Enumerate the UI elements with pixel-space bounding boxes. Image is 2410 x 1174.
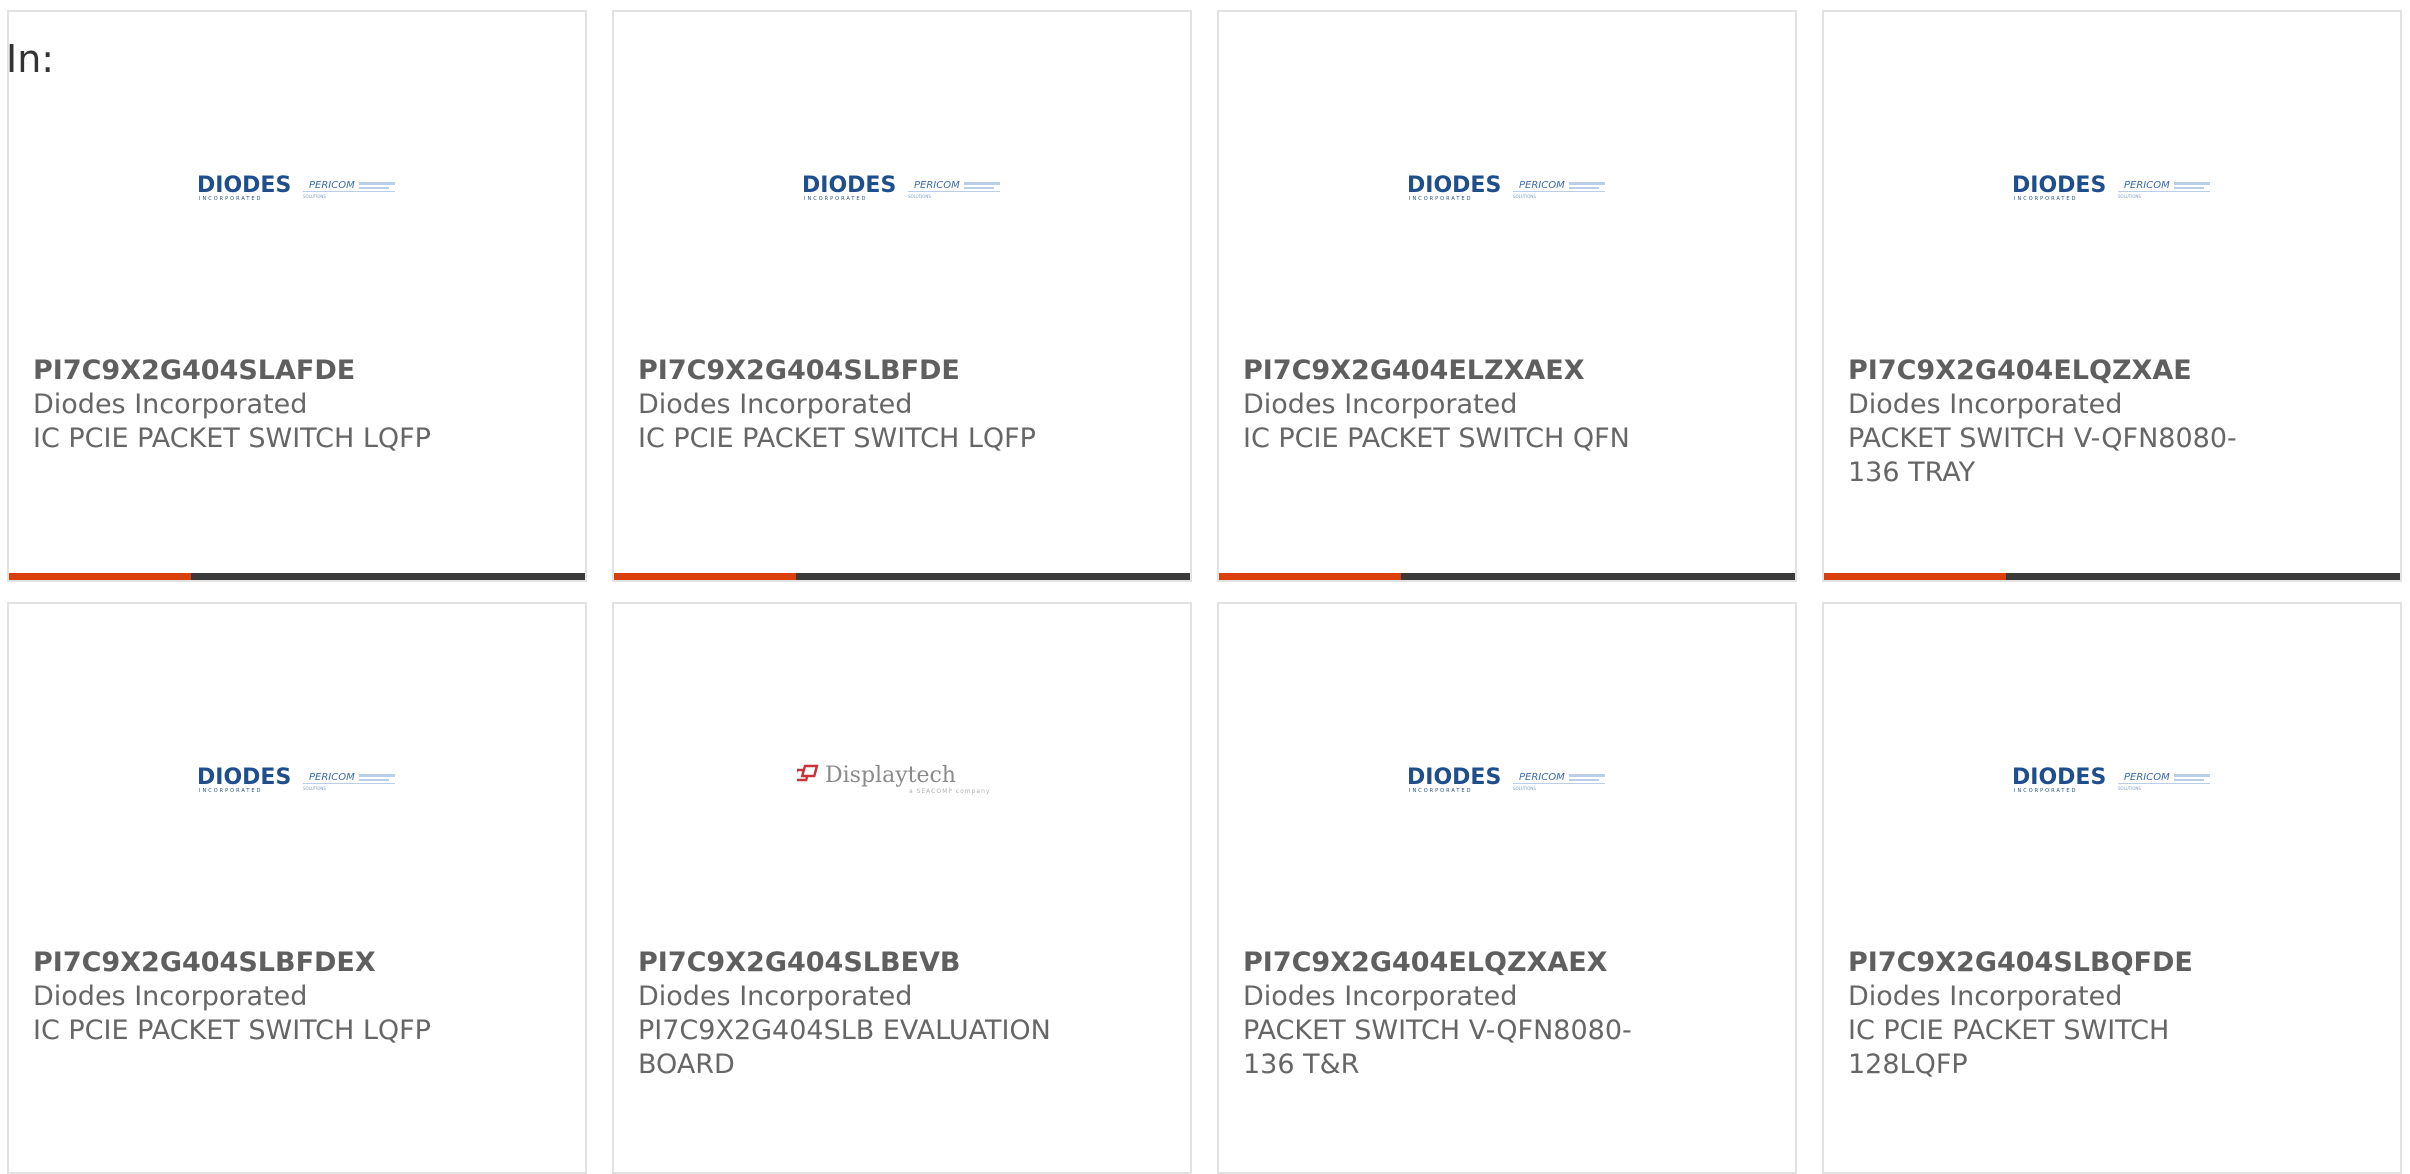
logo-main-text: Displaytech [825,763,956,788]
logo-partner-text: PERICOM [1519,772,1565,783]
logo-partner-sub-text: SOLUTIONS [1513,194,1536,199]
product-card[interactable]: DIODES INCORPORATED PERICOM SOLUTIONS PI… [7,602,587,1174]
product-card[interactable]: DIODES INCORPORATED PERICOM SOLUTIONS PI… [1822,602,2402,1174]
manufacturer: Diodes Incorporated [1243,389,1518,420]
logo-partner-sub-text: SOLUTIONS [908,194,931,199]
part-number[interactable]: PI7C9X2G404ELQZXAEX [1243,946,1771,980]
manufacturer: Diodes Incorporated [33,981,308,1012]
part-number[interactable]: PI7C9X2G404ELQZXAE [1848,354,2376,388]
part-number[interactable]: PI7C9X2G404SLBFDEX [33,946,561,980]
logo-partner-text: PERICOM [1519,180,1565,191]
accent-bar [9,573,191,580]
logo-partner-text: PERICOM [914,180,960,191]
logo-sub-text: INCORPORATED [804,196,867,202]
logo-main-text: DIODES [197,765,291,790]
logo-main-text: DIODES [1407,173,1501,198]
card-bottom-bar [9,573,585,580]
description: IC PCIE PACKET SWITCH QFN [1243,423,1630,454]
logo-sub-text: INCORPORATED [2014,196,2077,202]
description: IC PCIE PACKET SWITCH 128LQFP [1848,1015,2170,1080]
diodes-pericom-logo: DIODES INCORPORATED PERICOM SOLUTIONS [1824,754,2400,804]
product-info: PI7C9X2G404ELZXAEX Diodes Incorporated I… [1243,354,1771,456]
logo-main-text: DIODES [2012,765,2106,790]
manufacturer: Diodes Incorporated [33,389,308,420]
product-card[interactable]: Displaytech a SEACOMP company PI7C9X2G40… [612,602,1192,1174]
description: IC PCIE PACKET SWITCH LQFP [33,423,431,454]
logo-partner-text: PERICOM [2124,772,2170,783]
diodes-pericom-logo: DIODES INCORPORATED PERICOM SOLUTIONS [9,162,585,212]
logo-main-text: DIODES [1407,765,1501,790]
diodes-pericom-logo: DIODES INCORPORATED PERICOM SOLUTIONS [614,162,1190,212]
card-bottom-bar [1219,573,1795,580]
logo-main-text: DIODES [802,173,896,198]
product-card[interactable]: DIODES INCORPORATED PERICOM SOLUTIONS PI… [1217,602,1797,1174]
accent-bar [1219,573,1401,580]
part-number[interactable]: PI7C9X2G404SLBEVB [638,946,1166,980]
product-info: PI7C9X2G404ELQZXAE Diodes Incorporated P… [1848,354,2376,490]
description: PACKET SWITCH V-QFN8080-136 T&R [1243,1015,1632,1080]
logo-main-text: DIODES [2012,173,2106,198]
description: PACKET SWITCH V-QFN8080-136 TRAY [1848,423,2237,488]
diodes-pericom-logo: DIODES INCORPORATED PERICOM SOLUTIONS [1219,754,1795,804]
logo-partner-text: PERICOM [309,180,355,191]
description: PI7C9X2G404SLB EVALUATION BOARD [638,1015,1051,1080]
manufacturer: Diodes Incorporated [638,981,913,1012]
displaytech-logo: Displaytech a SEACOMP company [614,754,1190,804]
part-number[interactable]: PI7C9X2G404ELZXAEX [1243,354,1771,388]
product-info: PI7C9X2G404SLAFDE Diodes Incorporated IC… [33,354,561,456]
logo-sub-text: INCORPORATED [199,788,262,794]
logo-partner-sub-text: SOLUTIONS [1513,786,1536,791]
manufacturer: Diodes Incorporated [638,389,913,420]
product-card[interactable]: DIODES INCORPORATED PERICOM SOLUTIONS PI… [612,10,1192,582]
logo-sub-text: INCORPORATED [1409,196,1472,202]
card-bottom-bar [1824,573,2400,580]
product-info: PI7C9X2G404SLBEVB Diodes Incorporated PI… [638,946,1166,1082]
diodes-pericom-logo: DIODES INCORPORATED PERICOM SOLUTIONS [1824,162,2400,212]
product-info: PI7C9X2G404SLBFDE Diodes Incorporated IC… [638,354,1166,456]
card-bottom-bar [614,573,1190,580]
logo-partner-sub-text: SOLUTIONS [2118,786,2141,791]
diodes-pericom-logo: DIODES INCORPORATED PERICOM SOLUTIONS [1219,162,1795,212]
logo-sub-text: INCORPORATED [1409,788,1472,794]
logo-sub-text: INCORPORATED [2014,788,2077,794]
product-info: PI7C9X2G404ELQZXAEX Diodes Incorporated … [1243,946,1771,1082]
accent-bar [614,573,796,580]
part-number[interactable]: PI7C9X2G404SLBQFDE [1848,946,2376,980]
logo-partner-sub-text: SOLUTIONS [303,786,326,791]
logo-partner-text: PERICOM [309,772,355,783]
product-card[interactable]: DIODES INCORPORATED PERICOM SOLUTIONS PI… [7,10,587,582]
accent-bar [1824,573,2006,580]
logo-partner-sub-text: SOLUTIONS [2118,194,2141,199]
description: IC PCIE PACKET SWITCH LQFP [638,423,1036,454]
filter-in-label: In: [6,37,55,81]
product-card[interactable]: DIODES INCORPORATED PERICOM SOLUTIONS PI… [1822,10,2402,582]
product-card[interactable]: DIODES INCORPORATED PERICOM SOLUTIONS PI… [1217,10,1797,582]
diodes-pericom-logo: DIODES INCORPORATED PERICOM SOLUTIONS [9,754,585,804]
product-info: PI7C9X2G404SLBQFDE Diodes Incorporated I… [1848,946,2376,1082]
product-grid: DIODES INCORPORATED PERICOM SOLUTIONS PI… [7,10,2403,1174]
manufacturer: Diodes Incorporated [1848,389,2123,420]
part-number[interactable]: PI7C9X2G404SLAFDE [33,354,561,388]
logo-sub-text: INCORPORATED [199,196,262,202]
part-number[interactable]: PI7C9X2G404SLBFDE [638,354,1166,388]
logo-partner-sub-text: SOLUTIONS [303,194,326,199]
description: IC PCIE PACKET SWITCH LQFP [33,1015,431,1046]
logo-sub-text: a SEACOMP company [909,788,990,795]
manufacturer: Diodes Incorporated [1848,981,2123,1012]
logo-partner-text: PERICOM [2124,180,2170,191]
manufacturer: Diodes Incorporated [1243,981,1518,1012]
logo-main-text: DIODES [197,173,291,198]
product-info: PI7C9X2G404SLBFDEX Diodes Incorporated I… [33,946,561,1048]
